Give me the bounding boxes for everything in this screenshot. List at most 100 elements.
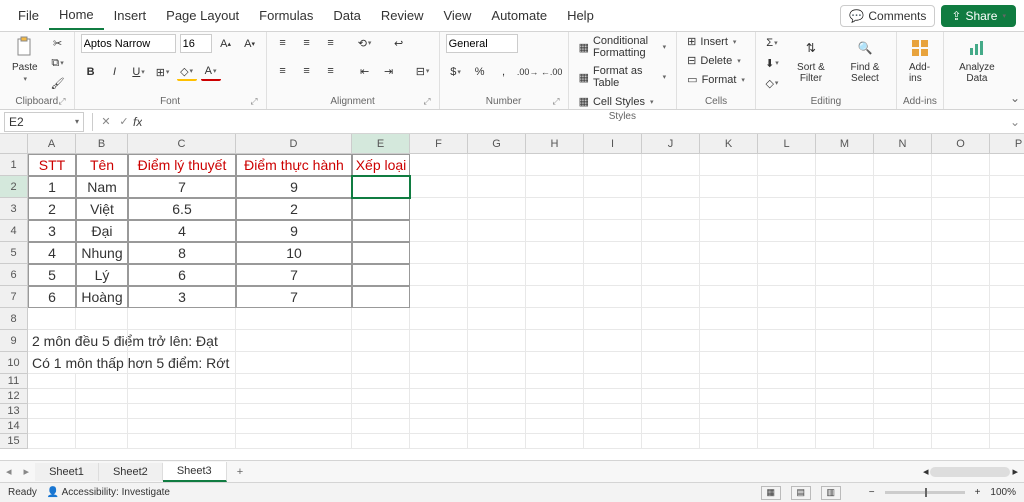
cell[interactable] [642, 242, 700, 264]
cell[interactable]: Nam [76, 176, 128, 198]
cell[interactable] [526, 374, 584, 389]
cell[interactable] [468, 352, 526, 374]
cell[interactable] [700, 374, 758, 389]
cell[interactable] [352, 389, 410, 404]
cell[interactable] [128, 389, 236, 404]
cell[interactable] [236, 308, 352, 330]
border-button[interactable]: ⊞▾ [153, 63, 173, 81]
cell[interactable] [990, 419, 1024, 434]
cell[interactable] [352, 176, 410, 198]
cell[interactable] [642, 374, 700, 389]
dialog-launcher-icon[interactable]: ⤢ [423, 96, 430, 107]
horizontal-scrollbar[interactable]: ◂ ▸ [917, 465, 1024, 478]
cell[interactable] [468, 404, 526, 419]
zoom-in-button[interactable]: + [975, 487, 981, 498]
clear-button[interactable]: ◇▾ [762, 74, 782, 92]
cell[interactable] [584, 154, 642, 176]
cell[interactable] [758, 154, 816, 176]
cell[interactable] [526, 176, 584, 198]
chevron-down-icon[interactable]: ▾ [24, 75, 28, 83]
cell[interactable] [816, 374, 874, 389]
column-header[interactable]: H [526, 134, 584, 154]
row-header[interactable]: 6 [0, 264, 28, 286]
cell[interactable] [584, 242, 642, 264]
cell[interactable] [526, 242, 584, 264]
cell[interactable] [526, 220, 584, 242]
cell[interactable] [526, 434, 584, 449]
cell[interactable] [410, 264, 468, 286]
cell[interactable] [700, 220, 758, 242]
cell[interactable] [932, 220, 990, 242]
cell[interactable] [468, 242, 526, 264]
cell[interactable] [584, 352, 642, 374]
cell[interactable] [468, 220, 526, 242]
cell[interactable] [410, 352, 468, 374]
cell[interactable]: STT [28, 154, 76, 176]
cell[interactable] [642, 176, 700, 198]
dialog-launcher-icon[interactable]: ⤢ [58, 96, 65, 107]
cell[interactable] [874, 198, 932, 220]
font-name-select[interactable] [81, 34, 176, 53]
cell[interactable]: Nhung [76, 242, 128, 264]
row-header[interactable]: 10 [0, 352, 28, 374]
dialog-launcher-icon[interactable]: ⤢ [250, 96, 257, 107]
align-center-button[interactable]: ≡ [297, 62, 317, 80]
row-header[interactable]: 8 [0, 308, 28, 330]
column-header[interactable]: N [874, 134, 932, 154]
cell[interactable]: Điểm thực hành [236, 154, 352, 176]
cell[interactable] [76, 330, 128, 352]
cell[interactable] [874, 434, 932, 449]
cell[interactable] [236, 352, 352, 374]
cell[interactable] [28, 434, 76, 449]
cell[interactable] [526, 330, 584, 352]
cell[interactable] [758, 404, 816, 419]
cell[interactable]: Lý [76, 264, 128, 286]
cell[interactable] [700, 404, 758, 419]
cell[interactable] [352, 404, 410, 419]
sheet-tab[interactable]: Sheet3 [163, 462, 227, 482]
column-header[interactable]: I [584, 134, 642, 154]
cell[interactable] [236, 404, 352, 419]
cell[interactable] [410, 176, 468, 198]
row-header[interactable]: 4 [0, 220, 28, 242]
cell[interactable] [584, 374, 642, 389]
cell[interactable]: Việt [76, 198, 128, 220]
cell[interactable] [990, 374, 1024, 389]
cell[interactable] [990, 176, 1024, 198]
cell[interactable] [526, 419, 584, 434]
column-header[interactable]: F [410, 134, 468, 154]
cell[interactable] [874, 242, 932, 264]
page-layout-view-button[interactable]: ▤ [791, 486, 811, 500]
row-header[interactable]: 2 [0, 176, 28, 198]
cell[interactable] [128, 419, 236, 434]
find-select-button[interactable]: 🔍 Find & Select [840, 34, 890, 86]
cell[interactable] [128, 434, 236, 449]
cell[interactable] [990, 198, 1024, 220]
menu-file[interactable]: File [8, 2, 49, 29]
cell[interactable]: 3 [28, 220, 76, 242]
cell[interactable] [526, 264, 584, 286]
cell[interactable] [700, 434, 758, 449]
cell[interactable] [874, 404, 932, 419]
cell[interactable] [468, 286, 526, 308]
cell[interactable] [584, 286, 642, 308]
row-header[interactable]: 9 [0, 330, 28, 352]
cell[interactable] [642, 154, 700, 176]
cell[interactable] [468, 176, 526, 198]
cell[interactable] [932, 264, 990, 286]
cell[interactable] [236, 434, 352, 449]
cell[interactable] [128, 374, 236, 389]
copy-button[interactable]: ⧉▾ [48, 54, 68, 72]
bold-button[interactable]: B [81, 63, 101, 81]
cell[interactable] [352, 220, 410, 242]
insert-cells-button[interactable]: ⊞Insert▾ [683, 34, 740, 49]
cell[interactable] [128, 352, 236, 374]
cell[interactable] [642, 389, 700, 404]
sheet-tab[interactable]: Sheet2 [99, 463, 163, 481]
menu-insert[interactable]: Insert [104, 2, 157, 29]
cell[interactable] [236, 374, 352, 389]
cell[interactable] [758, 286, 816, 308]
cell[interactable] [76, 419, 128, 434]
cell[interactable] [932, 154, 990, 176]
cell[interactable] [468, 330, 526, 352]
